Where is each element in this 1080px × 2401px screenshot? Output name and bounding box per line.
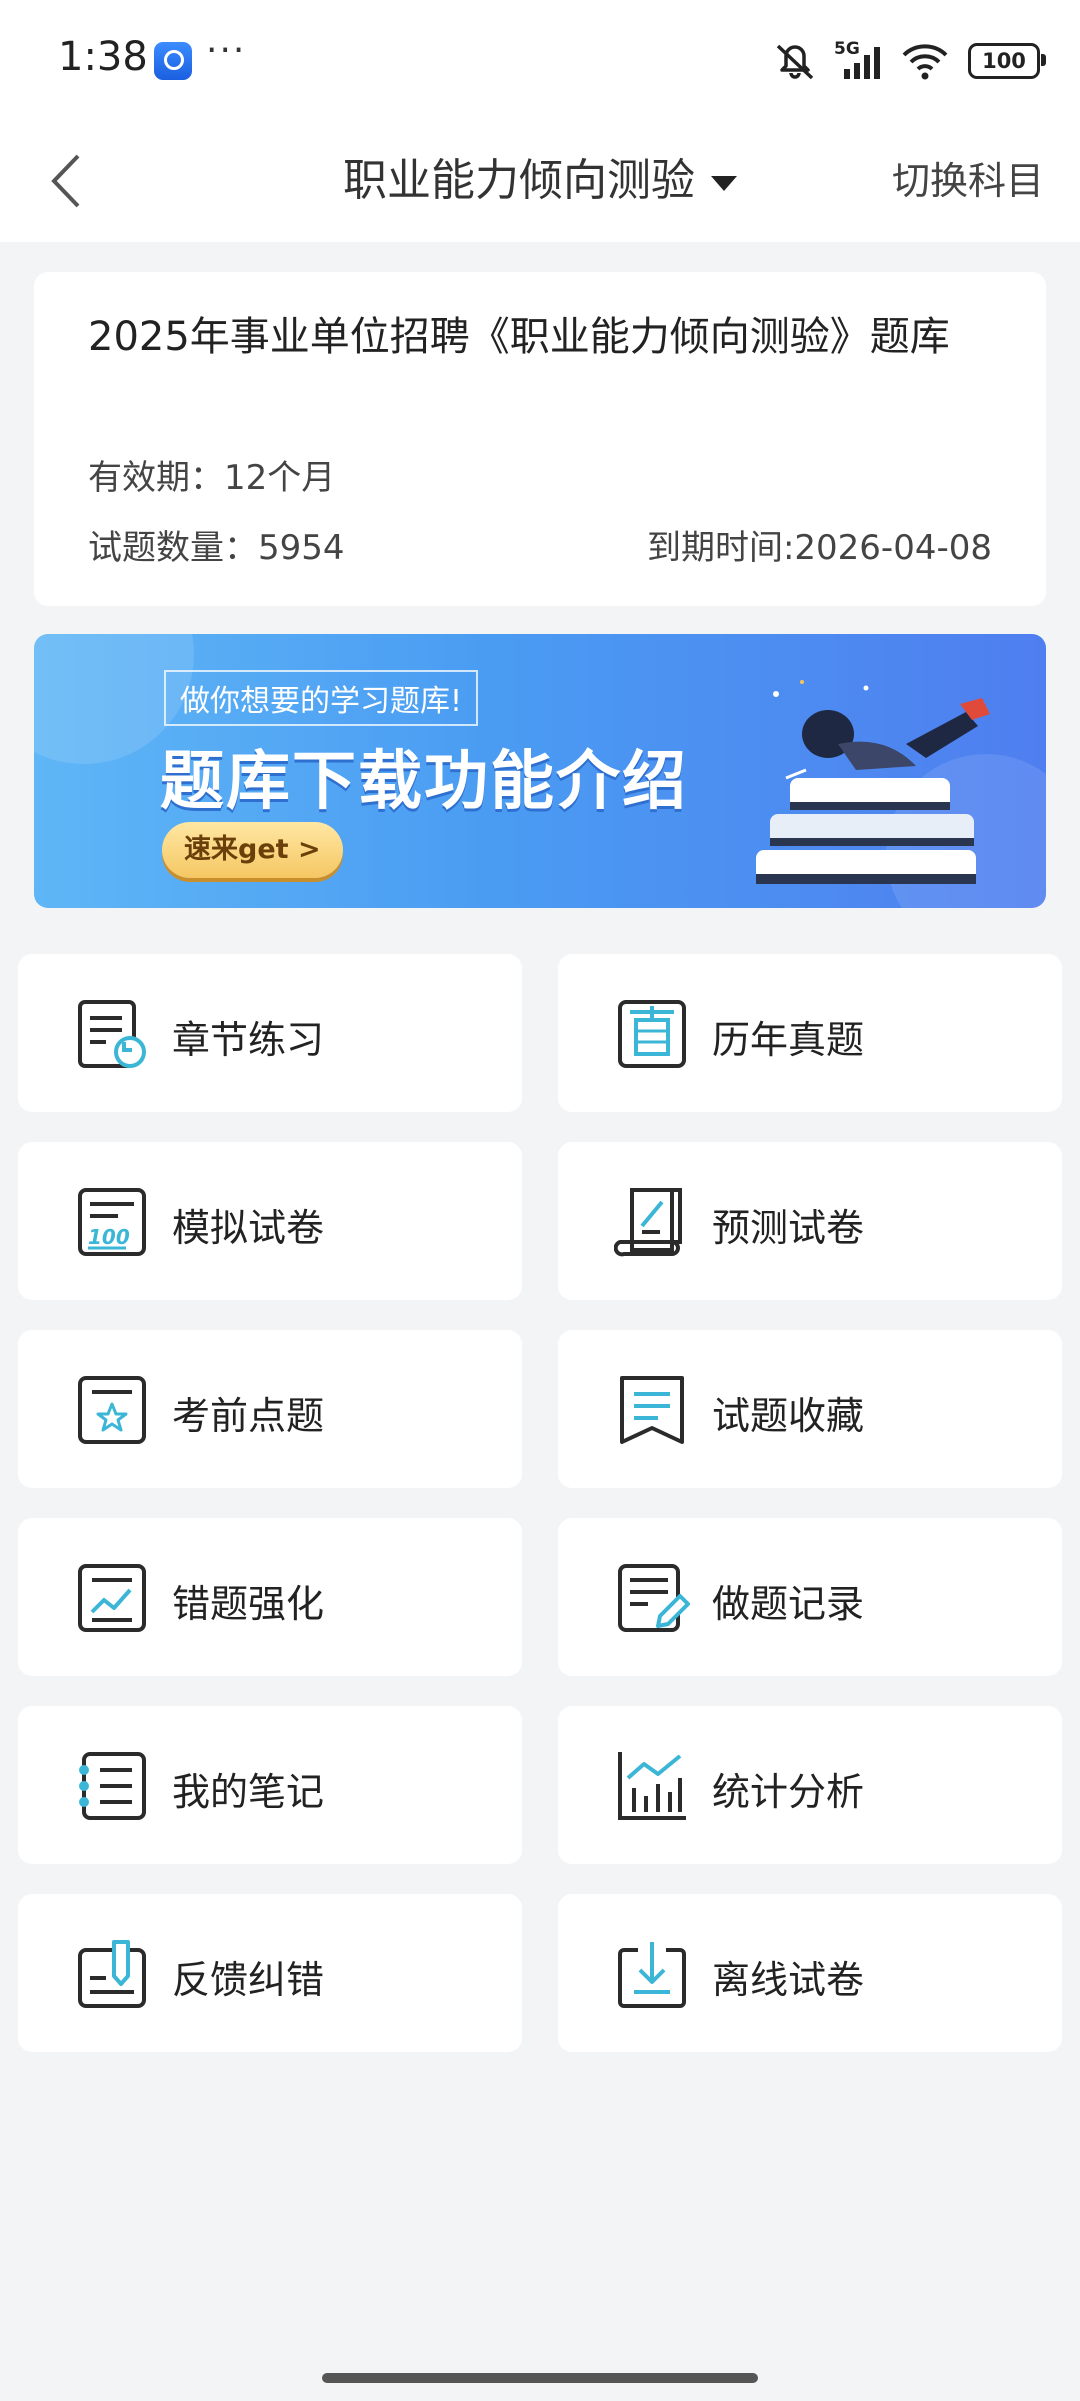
switch-subject-button[interactable]: 切换科目 xyxy=(892,150,1044,205)
tile-pre-exam-tips[interactable]: 考前点题 xyxy=(18,1330,522,1488)
notes-icon xyxy=(79,1752,146,1820)
page-title: 职业能力倾向测验 xyxy=(343,155,695,206)
tile-forecast-exam[interactable]: 预测试卷 xyxy=(558,1142,1062,1300)
tile-statistics[interactable]: 统计分析 xyxy=(558,1706,1062,1864)
caret-down-icon xyxy=(711,175,737,191)
tile-past-papers[interactable]: 历年真题 xyxy=(558,954,1062,1112)
tile-chapter-practice[interactable]: 章节练习 xyxy=(18,954,522,1112)
offline-download-icon xyxy=(618,1942,686,2008)
wifi-icon xyxy=(900,41,950,81)
practice-record-icon xyxy=(618,1564,690,1632)
app-icon xyxy=(154,42,192,80)
past-papers-icon xyxy=(618,1000,686,1068)
statistics-icon xyxy=(618,1752,686,1820)
forecast-exam-icon xyxy=(614,1188,682,1257)
svg-text:100: 100 xyxy=(88,1225,130,1249)
more-notifications-icon: ··· xyxy=(206,30,247,71)
banner-cta-button[interactable]: 速来get > xyxy=(162,822,343,878)
signal-icon: 5G xyxy=(834,39,882,81)
tile-label: 反馈纠错 xyxy=(172,1958,325,2002)
feature-grid: 章节练习 历年真题 100 模拟试卷 预测试卷 考前点题 试题收藏 错题强化 做… xyxy=(18,954,1062,2052)
feedback-icon xyxy=(78,1940,146,2008)
tile-offline-exam[interactable]: 离线试卷 xyxy=(558,1894,1062,2052)
tile-label: 错题强化 xyxy=(172,1582,325,1626)
tile-notes[interactable]: 我的笔记 xyxy=(18,1706,522,1864)
status-bar: 1:38 ··· 5G 100 xyxy=(0,0,1080,120)
tile-label: 历年真题 xyxy=(712,1018,865,1062)
tile-label: 离线试卷 xyxy=(712,1958,865,2002)
tile-mock-exam[interactable]: 100 模拟试卷 xyxy=(18,1142,522,1300)
banner-title: 题库下载功能介绍 xyxy=(160,745,688,819)
wrong-questions-icon xyxy=(78,1564,146,1632)
question-count: 试题数量：5954 xyxy=(88,528,345,568)
bookmark-icon xyxy=(620,1376,684,1444)
question-bank-card: 2025年事业单位招聘《职业能力倾向测验》题库 有效期：12个月 试题数量：59… xyxy=(34,272,1046,606)
nav-bar: 职业能力倾向测验 切换科目 xyxy=(0,120,1080,242)
battery-icon: 100 xyxy=(968,43,1046,79)
tile-feedback[interactable]: 反馈纠错 xyxy=(18,1894,522,2052)
mute-icon xyxy=(772,40,818,82)
header: 1:38 ··· 5G 100 职业能力倾向测验 切换科目 xyxy=(0,0,1080,242)
tile-wrong-questions[interactable]: 错题强化 xyxy=(18,1518,522,1676)
tile-practice-record[interactable]: 做题记录 xyxy=(558,1518,1062,1676)
pre-exam-tips-icon xyxy=(78,1376,146,1444)
expiry-date: 到期时间:2026-04-08 xyxy=(646,528,992,568)
chapter-practice-icon xyxy=(78,1000,146,1068)
tile-label: 章节练习 xyxy=(172,1018,325,1062)
banner-subtitle: 做你想要的学习题库! xyxy=(164,670,479,726)
tile-label: 模拟试卷 xyxy=(172,1206,325,1250)
tile-bookmarks[interactable]: 试题收藏 xyxy=(558,1330,1062,1488)
validity-period: 有效期：12个月 xyxy=(88,458,336,498)
tile-label: 做题记录 xyxy=(712,1582,865,1626)
status-time: 1:38 xyxy=(58,34,148,80)
promo-banner[interactable]: 做你想要的学习题库! 题库下载功能介绍 速来get > xyxy=(34,634,1046,908)
tile-label: 我的笔记 xyxy=(172,1770,325,1814)
reading-illustration-icon xyxy=(756,680,990,884)
mock-exam-icon: 100 xyxy=(78,1188,146,1256)
question-bank-title: 2025年事业单位招聘《职业能力倾向测验》题库 xyxy=(88,314,950,360)
tile-label: 统计分析 xyxy=(712,1770,865,1814)
tile-label: 考前点题 xyxy=(172,1394,325,1438)
tile-label: 试题收藏 xyxy=(712,1394,865,1438)
home-indicator[interactable] xyxy=(322,2373,758,2383)
tile-label: 预测试卷 xyxy=(712,1206,865,1250)
